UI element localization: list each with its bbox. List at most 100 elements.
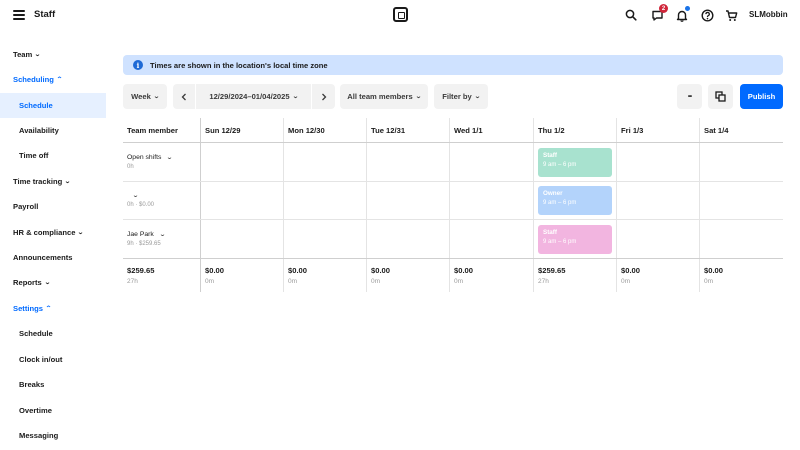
total-hours: 27h	[127, 278, 138, 285]
sidebar-item-overtime[interactable]: Overtime	[0, 398, 106, 423]
day-total-hours: 0m	[205, 278, 215, 285]
shift-time: 9 am – 6 pm	[543, 162, 577, 168]
grid-divider	[283, 118, 284, 292]
chevron-down-icon: ⌄	[153, 94, 160, 100]
day-total-amount: $259.65	[538, 266, 566, 275]
member-hours: 0h	[127, 164, 134, 170]
day-total-amount: $0.00	[205, 266, 225, 275]
day-total-hours: 0m	[621, 278, 631, 285]
account-menu[interactable]: SLMobbin	[749, 10, 788, 19]
schedule-grid: Team member Sun 12/29 Mon 12/30 Tue 12/3…	[123, 118, 783, 292]
grid-divider	[699, 118, 700, 292]
day-header-tue: Tue 12/31	[371, 126, 406, 135]
filter-by-button[interactable]: Filter by ⌄	[434, 84, 488, 109]
schedule-header-row: Team member Sun 12/29 Mon 12/30 Tue 12/3…	[123, 118, 783, 143]
chevron-down-icon: ⌄	[34, 52, 42, 58]
sidebar-item-team[interactable]: Team ⌄	[0, 42, 106, 67]
view-select[interactable]: Week ⌄	[123, 84, 167, 109]
day-total-hours: 27h	[538, 278, 549, 285]
grid-divider	[366, 118, 367, 292]
day-total-amount: $0.00	[288, 266, 308, 275]
sidebar-item-time-tracking[interactable]: Time tracking ⌄	[0, 169, 106, 194]
notification-dot	[685, 6, 690, 11]
chevron-up-icon: ⌃	[56, 77, 63, 83]
shift-time: 9 am – 6 pm	[543, 239, 577, 245]
member-hours: 0h · $0.00	[127, 202, 155, 208]
day-total-hours: 0m	[704, 278, 714, 285]
copy-schedule-button[interactable]	[708, 84, 733, 109]
app-title: Staff	[34, 9, 56, 20]
shift-card[interactable]: Staff 9 am – 6 pm	[538, 225, 612, 254]
day-total-amount: $0.00	[621, 266, 641, 275]
day-header-fri: Fri 1/3	[621, 126, 644, 135]
sidebar-item-breaks[interactable]: Breaks	[0, 372, 106, 397]
day-total-hours: 0m	[454, 278, 464, 285]
team-member-owner[interactable]: ⌄	[127, 192, 139, 199]
shift-card[interactable]: Owner 9 am – 6 pm	[538, 186, 612, 215]
grid-divider	[200, 118, 201, 292]
search-icon[interactable]	[624, 8, 638, 22]
chevron-down-icon: ⌄	[43, 280, 51, 286]
day-header-thu: Thu 1/2	[538, 126, 565, 135]
shift-role: Staff	[543, 152, 557, 159]
sidebar-item-schedule[interactable]: Schedule	[0, 93, 106, 118]
member-hours: 9h · $259.65	[127, 241, 161, 247]
sidebar-item-hr-compliance[interactable]: HR & compliance ⌄	[0, 220, 106, 245]
sidebar-item-scheduling[interactable]: Scheduling ⌃	[0, 67, 106, 92]
row-divider	[123, 219, 783, 220]
chevron-down-icon: ⌄	[77, 230, 85, 236]
sidebar-item-reports[interactable]: Reports ⌄	[0, 270, 106, 295]
chevron-down-icon[interactable]: ⌄	[166, 154, 173, 161]
sidebar-item-availability[interactable]: Availability	[0, 118, 106, 143]
team-member-column-header: Team member	[127, 126, 178, 135]
date-range-picker: 12/29/2024–01/04/2025 ⌄	[173, 84, 335, 109]
square-logo-icon[interactable]	[393, 7, 408, 22]
chevron-down-icon: ⌄	[291, 94, 299, 100]
row-divider	[123, 181, 783, 182]
cart-icon[interactable]	[724, 8, 738, 22]
top-bar: Staff 2 SLMobbin	[0, 0, 800, 30]
day-total-amount: $0.00	[454, 266, 474, 275]
date-range-select[interactable]: 12/29/2024–01/04/2025 ⌄	[196, 84, 311, 109]
team-members-filter[interactable]: All team members ⌄	[340, 84, 428, 109]
team-member-jae-park[interactable]: Jae Park ⌄	[127, 231, 166, 238]
next-week-button[interactable]	[311, 84, 335, 109]
banner-text: Times are shown in the location's local …	[150, 60, 328, 70]
grid-divider	[616, 118, 617, 292]
chevron-down-icon: ⌄	[64, 179, 72, 185]
team-member-open-shifts[interactable]: Open shifts ⌄	[127, 154, 173, 161]
info-icon: i	[133, 60, 143, 70]
more-options-button[interactable]: •••	[677, 84, 702, 109]
timezone-banner: i Times are shown in the location's loca…	[123, 55, 783, 75]
sidebar: Team ⌄ Scheduling ⌃ Schedule Availability …	[0, 42, 106, 450]
row-divider	[123, 258, 783, 259]
sidebar-item-settings-schedule[interactable]: Schedule	[0, 321, 106, 346]
sidebar-item-announcements[interactable]: Announcements	[0, 245, 106, 270]
day-header-sat: Sat 1/4	[704, 126, 729, 135]
shift-card[interactable]: Staff 9 am – 6 pm	[538, 148, 612, 177]
publish-button[interactable]: Publish	[740, 84, 783, 109]
shift-time: 9 am – 6 pm	[543, 200, 577, 206]
day-header-mon: Mon 12/30	[288, 126, 325, 135]
sidebar-item-messaging[interactable]: Messaging	[0, 423, 106, 448]
chevron-up-icon: ⌃	[45, 306, 52, 312]
previous-week-button[interactable]	[173, 84, 196, 109]
menu-icon[interactable]	[13, 10, 25, 20]
shift-role: Owner	[543, 190, 563, 197]
day-total-hours: 0m	[371, 278, 381, 285]
sidebar-item-clock-in-out[interactable]: Clock in/out	[0, 347, 106, 372]
sidebar-item-time-off[interactable]: Time off	[0, 143, 106, 168]
chevron-down-icon[interactable]: ⌄	[132, 192, 139, 199]
day-header-sun: Sun 12/29	[205, 126, 241, 135]
day-total-amount: $0.00	[704, 266, 724, 275]
copy-icon	[715, 91, 726, 102]
chevron-down-icon[interactable]: ⌄	[159, 231, 166, 238]
total-amount: $259.65	[127, 266, 155, 275]
help-icon[interactable]	[700, 8, 714, 22]
chevron-down-icon: ⌄	[414, 94, 422, 100]
sidebar-item-settings[interactable]: Settings ⌃	[0, 296, 106, 321]
day-total-amount: $0.00	[371, 266, 391, 275]
grid-divider	[449, 118, 450, 292]
sidebar-item-payroll[interactable]: Payroll	[0, 194, 106, 219]
more-icon: •••	[687, 93, 692, 100]
